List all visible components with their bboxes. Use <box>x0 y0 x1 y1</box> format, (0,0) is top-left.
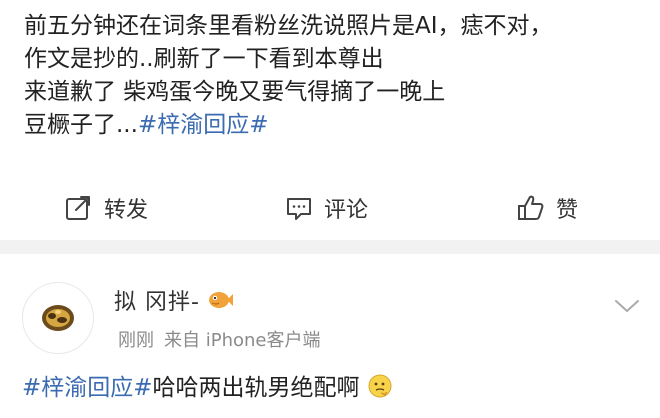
post-body: #梓渝回应#哈哈两出轨男绝配啊 <box>22 372 393 405</box>
weibo-post: 前五分钟还在词条里看粉丝洗说照片是AI，痣不对， 作文是抄的..刷新了一下看到本… <box>0 0 660 240</box>
more-options-button[interactable] <box>612 294 642 318</box>
like-button[interactable]: 赞 <box>516 192 578 224</box>
post-body: 前五分钟还在词条里看粉丝洗说照片是AI，痣不对， 作文是抄的..刷新了一下看到本… <box>24 10 644 142</box>
post-text: 哈哈两出轨男绝配啊 <box>152 375 360 401</box>
repost-button[interactable]: 转发 <box>64 192 148 224</box>
comment-button[interactable]: 评论 <box>284 192 368 224</box>
username-row: 拟 冈拌- <box>114 284 234 316</box>
repost-icon <box>66 196 90 220</box>
hashtag-link[interactable]: #梓渝回应# <box>22 375 153 401</box>
comment-icon <box>287 198 311 220</box>
like-label: 赞 <box>556 198 579 223</box>
post-time: 刚刚 <box>118 330 154 351</box>
avatar[interactable] <box>22 282 94 354</box>
fish-badge-icon <box>208 292 233 308</box>
post-text-line: 来道歉了 柴鸡蛋今晚又要气得摘了一晚上 <box>24 79 446 105</box>
username[interactable]: 拟 冈拌- <box>114 284 200 316</box>
post-meta: 刚刚 来自 iPhone客户端 <box>118 326 320 352</box>
avatar-image <box>42 305 74 331</box>
weibo-post: 拟 冈拌- 刚刚 来自 iPhone客户端 #梓渝回应#哈哈两出轨男绝配啊 <box>0 254 660 418</box>
post-text-line: 豆橛子了... <box>24 112 138 138</box>
comment-label: 评论 <box>324 198 369 223</box>
thumbs-up-icon <box>518 195 544 220</box>
section-divider <box>0 240 660 254</box>
thinking-emoji-icon <box>368 374 392 398</box>
hashtag-link[interactable]: #梓渝回应# <box>138 112 269 138</box>
post-source: 来自 iPhone客户端 <box>164 330 321 351</box>
post-text-line: 前五分钟还在词条里看粉丝洗说照片是AI，痣不对， <box>24 13 553 39</box>
repost-label: 转发 <box>104 198 149 223</box>
chevron-down-icon <box>615 300 639 312</box>
post-text-line: 作文是抄的..刷新了一下看到本尊出 <box>24 46 384 72</box>
post-action-bar: 转发 评论 赞 <box>0 182 660 230</box>
